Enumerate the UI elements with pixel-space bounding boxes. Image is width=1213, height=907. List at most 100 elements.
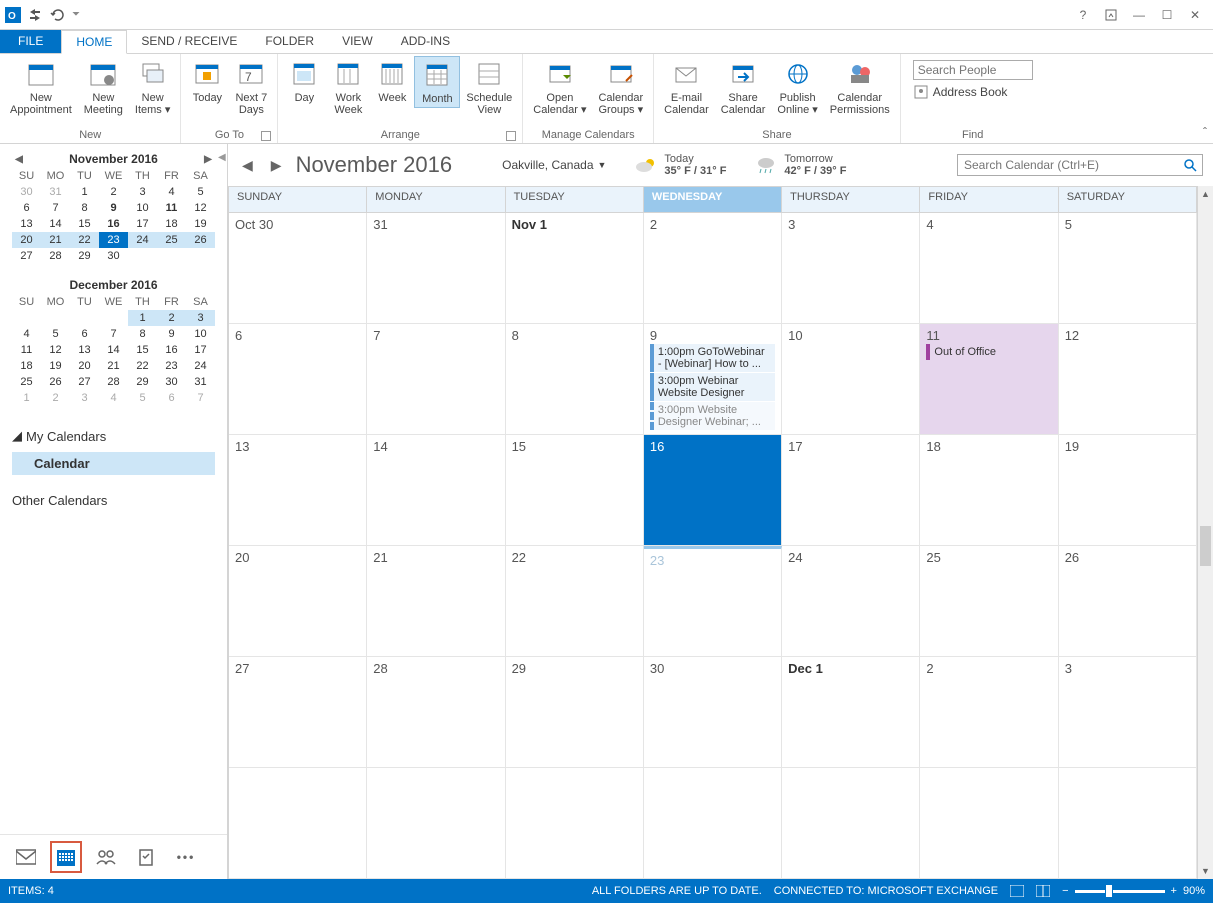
calendar-cell[interactable]	[920, 768, 1058, 879]
minical-day[interactable]: 22	[70, 232, 99, 248]
search-icon[interactable]	[1178, 155, 1202, 175]
minical-day[interactable]: 6	[157, 390, 186, 406]
minical-day[interactable]: 30	[99, 248, 128, 264]
calendar-cell[interactable]: 21	[367, 546, 505, 657]
tab-home[interactable]: HOME	[61, 30, 127, 54]
calendar-cell[interactable]: 11Out of Office	[920, 324, 1058, 435]
collapse-ribbon-icon[interactable]: ˆ	[1203, 125, 1207, 139]
minical-day[interactable]: 23	[157, 358, 186, 374]
calendar-permissions-button[interactable]: CalendarPermissions	[824, 56, 896, 118]
nav-tasks-icon[interactable]	[130, 841, 162, 873]
minical-day[interactable]: 13	[12, 216, 41, 232]
minimize-button[interactable]: —	[1125, 4, 1153, 26]
calendar-cell[interactable]: 3	[782, 213, 920, 324]
minical-day[interactable]: 28	[41, 248, 70, 264]
zoom-out-button[interactable]: −	[1062, 885, 1068, 897]
minical-day[interactable]: 11	[12, 342, 41, 358]
other-calendars-header[interactable]: Other Calendars	[12, 493, 215, 508]
address-book-button[interactable]: Address Book	[913, 84, 1008, 100]
minical-day[interactable]: 11	[157, 200, 186, 216]
minical-day[interactable]: 20	[12, 232, 41, 248]
zoom-slider[interactable]	[1075, 890, 1165, 893]
calendar-cell[interactable]: 16	[644, 435, 782, 546]
tab-file[interactable]: FILE	[0, 30, 61, 53]
workweek-button[interactable]: WorkWeek	[326, 56, 370, 118]
minical-day[interactable]: 4	[12, 326, 41, 342]
minical-day[interactable]: 2	[99, 184, 128, 200]
scroll-up-icon[interactable]: ▲	[1198, 186, 1213, 202]
minical-day[interactable]: 10	[186, 326, 215, 342]
minical-day[interactable]: 30	[12, 184, 41, 200]
calendar-event[interactable]: 3:00pm Website Designer Webinar; ...	[650, 402, 775, 430]
tab-send-receive[interactable]: SEND / RECEIVE	[127, 30, 251, 53]
minical-day[interactable]: 13	[70, 342, 99, 358]
view-normal-icon[interactable]	[1010, 885, 1024, 897]
calendar-cell[interactable]: 10	[782, 324, 920, 435]
minical-day[interactable]: 25	[157, 232, 186, 248]
minical-day[interactable]: 7	[99, 326, 128, 342]
calendar-cell[interactable]: 15	[506, 435, 644, 546]
weather-location[interactable]: Oakville, Canada ▼	[502, 158, 606, 172]
minical-day[interactable]: 3	[70, 390, 99, 406]
calendar-cell[interactable]: 25	[920, 546, 1058, 657]
minical-day[interactable]: 21	[41, 232, 70, 248]
calendar-cell[interactable]: 14	[367, 435, 505, 546]
minical-day[interactable]: 2	[157, 310, 186, 326]
minical-day[interactable]: 1	[70, 184, 99, 200]
maximize-button[interactable]: ☐	[1153, 4, 1181, 26]
minical-day[interactable]: 7	[186, 390, 215, 406]
calendar-cell[interactable]: Oct 30	[229, 213, 367, 324]
scroll-thumb[interactable]	[1200, 526, 1211, 566]
scrollbar[interactable]: ▲ ▼	[1197, 186, 1213, 879]
calendar-cell[interactable]: 27	[229, 657, 367, 768]
nav-mail-icon[interactable]	[10, 841, 42, 873]
scroll-down-icon[interactable]: ▼	[1198, 863, 1213, 879]
calendar-cell[interactable]: 12	[1059, 324, 1197, 435]
minical-day[interactable]: 29	[128, 374, 157, 390]
calendar-cell[interactable]: 17	[782, 435, 920, 546]
publish-online-button[interactable]: PublishOnline ▾	[771, 56, 823, 118]
next-month-button[interactable]: ▶	[267, 157, 286, 174]
calendar-cell[interactable]: 4	[920, 213, 1058, 324]
today-button[interactable]: Today	[185, 56, 229, 106]
tab-folder[interactable]: FOLDER	[251, 30, 328, 53]
calendar-cell[interactable]	[367, 768, 505, 879]
zoom-in-button[interactable]: +	[1171, 885, 1177, 897]
minical-day[interactable]: 16	[99, 216, 128, 232]
minical-day[interactable]: 18	[12, 358, 41, 374]
minical-day[interactable]: 4	[99, 390, 128, 406]
minical-day[interactable]: 9	[157, 326, 186, 342]
minical-day[interactable]: 25	[12, 374, 41, 390]
share-calendar-button[interactable]: ShareCalendar	[715, 56, 772, 118]
minical-day[interactable]: 12	[41, 342, 70, 358]
my-calendars-header[interactable]: ◢ My Calendars	[12, 428, 215, 444]
calendar-cell[interactable]: 2	[920, 657, 1058, 768]
calendar-cell[interactable]: 6	[229, 324, 367, 435]
minical-day[interactable]: 31	[186, 374, 215, 390]
calendar-cell[interactable]	[229, 768, 367, 879]
minical-day[interactable]: 23	[99, 232, 128, 248]
minical-day[interactable]	[12, 310, 41, 326]
calendar-event[interactable]: 1:00pm GoToWebinar - [Webinar] How to ..…	[650, 344, 775, 372]
calendar-cell[interactable]: Nov 1	[506, 213, 644, 324]
calendar-cell[interactable]: 30	[644, 657, 782, 768]
minical-day[interactable]: 3	[128, 184, 157, 200]
minical-day[interactable]: 16	[157, 342, 186, 358]
minical-day[interactable]: 28	[99, 374, 128, 390]
qat-sendreceive-icon[interactable]	[26, 6, 44, 24]
minical-day[interactable]	[70, 310, 99, 326]
new-appointment-button[interactable]: NewAppointment	[4, 56, 78, 118]
next7days-button[interactable]: 7Next 7Days	[229, 56, 273, 118]
open-calendar-button[interactable]: OpenCalendar ▾	[527, 56, 592, 118]
minical-day[interactable]: 17	[128, 216, 157, 232]
minical-day[interactable]: 24	[186, 358, 215, 374]
next-month-icon[interactable]: ▶	[201, 154, 215, 165]
new-meeting-button[interactable]: NewMeeting	[78, 56, 129, 118]
calendar-cell[interactable]: 7	[367, 324, 505, 435]
prev-month-button[interactable]: ◀	[238, 157, 257, 174]
calendar-cell[interactable]	[506, 768, 644, 879]
minical-day[interactable]: 31	[41, 184, 70, 200]
minical-day[interactable]: 27	[70, 374, 99, 390]
minical-day[interactable]: 14	[99, 342, 128, 358]
minical-day[interactable]: 21	[99, 358, 128, 374]
